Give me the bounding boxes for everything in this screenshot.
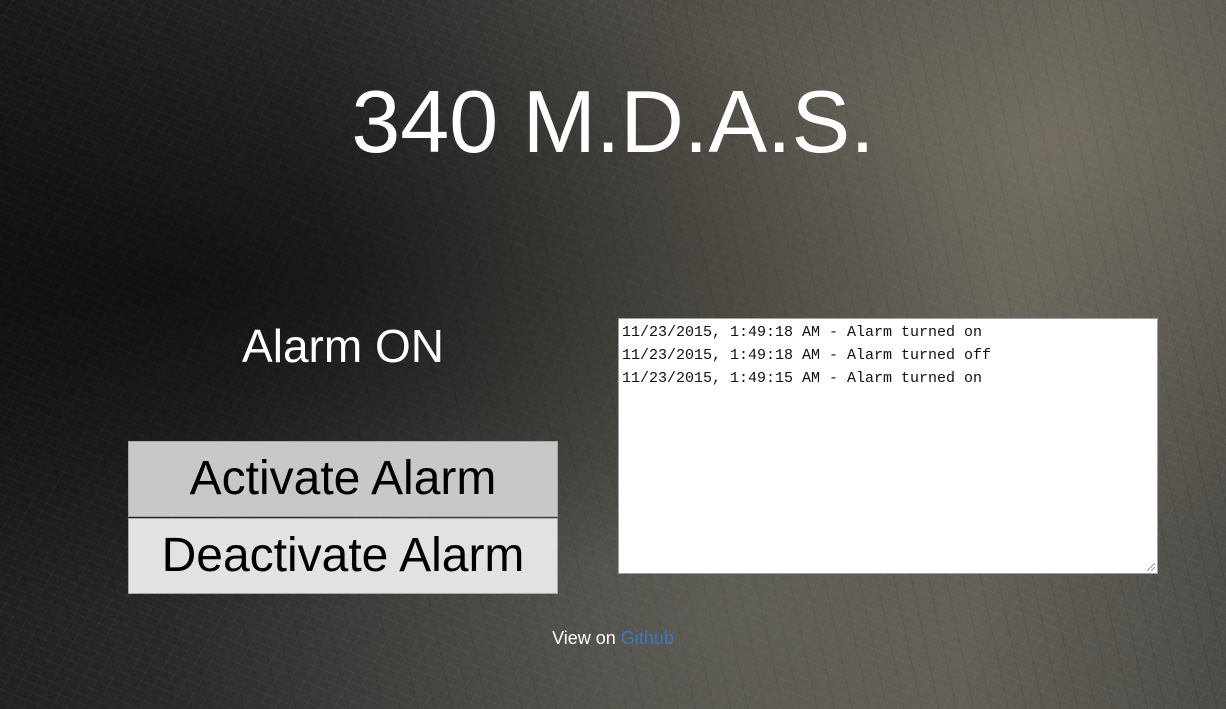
alarm-log-textarea[interactable]: 11/23/2015, 1:49:18 AM - Alarm turned on… xyxy=(618,318,1158,574)
alarm-status-label: Alarm ON xyxy=(242,320,444,372)
log-entry: 11/23/2015, 1:49:18 AM - Alarm turned of… xyxy=(622,347,992,364)
page-title: 340 M.D.A.S. xyxy=(351,72,875,171)
deactivate-alarm-button[interactable]: Deactivate Alarm xyxy=(128,518,558,594)
github-link[interactable]: Github xyxy=(621,628,674,648)
footer-text: View on xyxy=(552,628,621,648)
log-entry: 11/23/2015, 1:49:18 AM - Alarm turned on xyxy=(622,324,983,341)
log-entry: 11/23/2015, 1:49:15 AM - Alarm turned on xyxy=(622,370,983,387)
activate-alarm-button[interactable]: Activate Alarm xyxy=(128,441,558,517)
resize-handle-icon[interactable] xyxy=(1147,563,1155,571)
footer: View on Github xyxy=(0,627,1226,649)
